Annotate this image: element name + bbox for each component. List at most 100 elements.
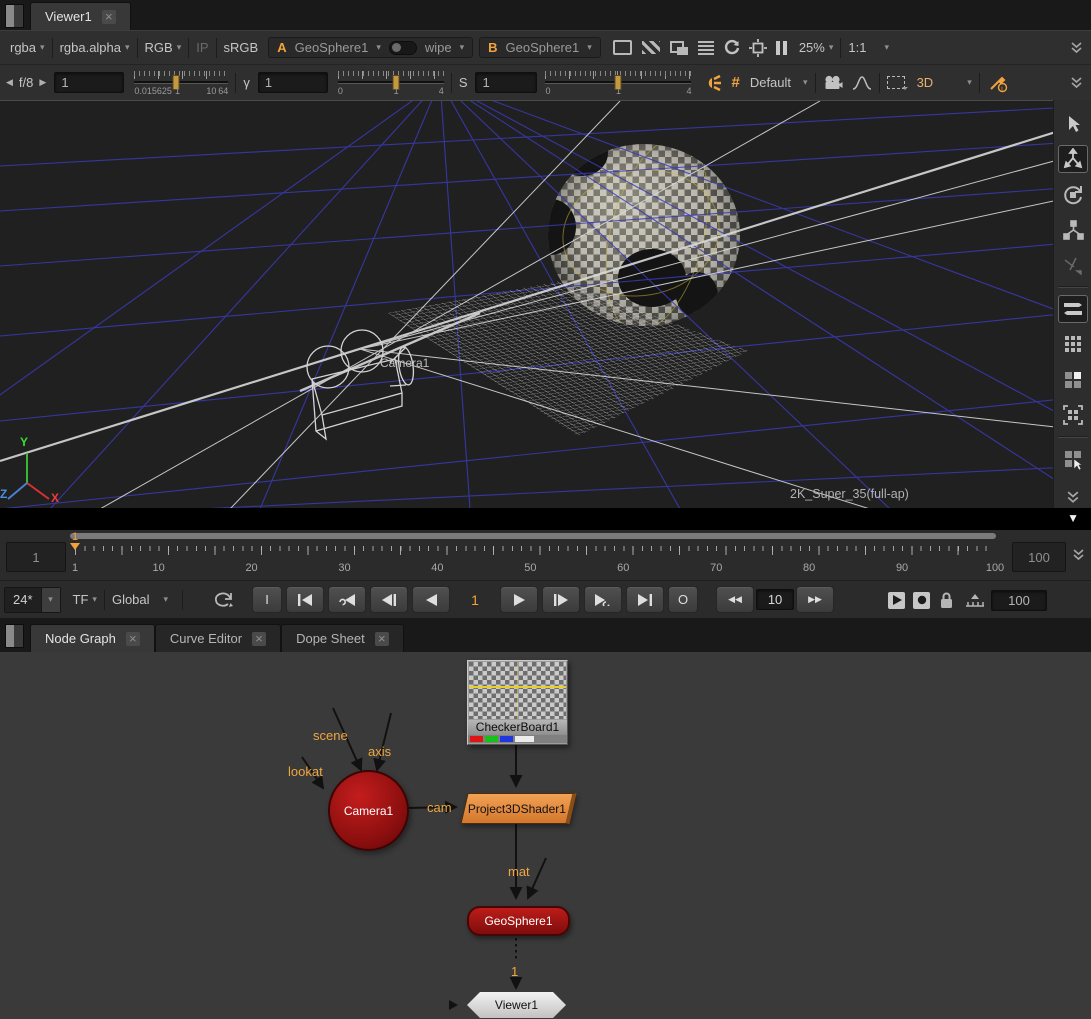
wipe-layout-button[interactable] <box>1058 295 1088 323</box>
split-view-button[interactable] <box>1058 366 1088 394</box>
jump-back-button[interactable]: ◀◀ <box>716 586 754 613</box>
wipe-dropdown[interactable]: wipe <box>425 40 452 55</box>
close-icon[interactable]: × <box>102 10 116 24</box>
next-keyframe-button[interactable] <box>584 586 622 613</box>
wipe-toggle[interactable] <box>389 41 417 55</box>
contact-sheet-button[interactable] <box>1058 330 1088 358</box>
slider-tick-label: 64 <box>218 86 228 96</box>
transform-mode-button[interactable] <box>1058 251 1088 279</box>
gain-step-right[interactable]: ▶ <box>39 77 46 88</box>
node-checkerboard1[interactable]: CheckerBoard1 <box>467 660 568 745</box>
proxy-mode-icon[interactable] <box>613 40 632 55</box>
node-graph-canvas[interactable]: scene axis lookat cam mat 1 CheckerBoard… <box>0 652 1091 1019</box>
input-a-dropdown[interactable]: GeoSphere1 <box>295 40 369 55</box>
node-camera1[interactable]: Camera1 <box>328 770 409 851</box>
range-start-box[interactable]: 1 <box>6 542 66 572</box>
tab-dope-sheet[interactable]: Dope Sheet × <box>281 624 404 652</box>
grid-overlay-icon[interactable]: # <box>731 74 739 91</box>
view-mode-dropdown[interactable]: 3D ▾ <box>917 75 972 90</box>
tf-dropdown[interactable]: TF ▾ <box>73 592 97 607</box>
colorspace-dropdown[interactable]: sRGB <box>224 40 259 55</box>
jump-forward-button[interactable]: ▶▶ <box>796 586 834 613</box>
zoom-level-dropdown[interactable]: 25% ▾ <box>799 40 834 55</box>
tab-node-graph[interactable]: Node Graph × <box>30 624 155 652</box>
timeline-ruler[interactable] <box>75 546 995 558</box>
gain-step-left[interactable]: ◀ <box>6 77 13 88</box>
set-in-button[interactable]: I <box>252 586 282 613</box>
fstop-label[interactable]: f/8 <box>19 75 33 90</box>
close-icon[interactable]: × <box>375 632 389 646</box>
refresh-icon[interactable] <box>723 39 741 57</box>
select-tool-button[interactable] <box>1058 110 1088 138</box>
prev-keyframe-button[interactable] <box>328 586 366 613</box>
roi-icon[interactable] <box>887 76 905 89</box>
panel-icon[interactable] <box>5 4 24 28</box>
gamma-input[interactable]: 1 <box>258 72 328 93</box>
display-mode-dropdown[interactable]: RGB ▾ <box>145 40 182 55</box>
step-forward-button[interactable] <box>542 586 580 613</box>
saturation-input[interactable]: 1 <box>475 72 537 93</box>
pause-updates-icon[interactable] <box>776 41 787 55</box>
tab-viewer1[interactable]: Viewer1 × <box>30 2 131 30</box>
headlamp-icon[interactable] <box>703 74 723 92</box>
frame-range-dropdown[interactable]: Global ▾ <box>112 592 168 607</box>
ruler-tick-label: 40 <box>431 562 443 574</box>
input-process-button[interactable]: IP <box>196 40 208 55</box>
goto-end-button[interactable] <box>626 586 664 613</box>
close-icon[interactable]: × <box>252 632 266 646</box>
rotate-tool-button[interactable] <box>1058 180 1088 208</box>
current-frame-display[interactable]: 1 <box>452 592 498 608</box>
mask-lines-icon[interactable] <box>698 41 714 55</box>
play-backward-button[interactable] <box>412 586 450 613</box>
fit-view-button[interactable] <box>1058 401 1088 429</box>
timeline-scrollbar[interactable] <box>70 533 996 539</box>
collapse-tools-icon[interactable] <box>1058 487 1088 508</box>
layer-dropdown[interactable]: rgba.alpha ▾ <box>60 40 130 55</box>
collapse-toolbar-icon[interactable] <box>1070 76 1083 90</box>
flipbook-play-icon[interactable] <box>888 592 905 609</box>
node-geosphere1[interactable]: GeoSphere1 <box>467 906 570 936</box>
chevron-down-icon: ▾ <box>460 42 465 53</box>
divider <box>840 38 841 58</box>
filter-curve-icon[interactable] <box>852 75 872 91</box>
pixel-aspect-dropdown[interactable]: 1:1 ▾ <box>848 40 889 55</box>
expand-info-icon[interactable]: ▼ <box>1067 511 1079 525</box>
viewer-3d-viewport[interactable]: Camera1 Y X Z 2K_Super_35(full-ap) <box>0 100 1091 508</box>
scale-tool-button[interactable] <box>1058 216 1088 244</box>
layout-select-button[interactable] <box>1058 445 1088 473</box>
render-record-icon[interactable] <box>913 592 930 609</box>
sample-info-icon[interactable]: i <box>987 73 1009 93</box>
close-icon[interactable]: × <box>126 632 140 646</box>
collapse-timeline-icon[interactable] <box>1072 548 1085 562</box>
goto-start-button[interactable] <box>286 586 324 613</box>
gamma-slider[interactable]: 014 <box>338 70 444 98</box>
node-viewer1[interactable]: Viewer1 <box>467 992 566 1018</box>
set-out-button[interactable]: O <box>668 586 698 613</box>
lock-range-icon[interactable] <box>939 592 954 609</box>
playback-mode-icon[interactable] <box>212 591 236 609</box>
fps-dropdown[interactable]: 24* ▾ <box>4 587 61 613</box>
pixel-analyzer-icon[interactable] <box>749 39 767 57</box>
collapse-toolbar-icon[interactable] <box>1070 41 1083 55</box>
saturation-slider[interactable]: 014 <box>545 70 691 98</box>
play-forward-button[interactable] <box>500 586 538 613</box>
downrez-stripes-icon[interactable] <box>642 41 660 54</box>
lut-dropdown[interactable]: Default ▾ <box>750 75 808 90</box>
node-project3dshader1[interactable]: Project3DShader1 <box>460 793 576 824</box>
gain-slider[interactable]: 0.01562511064 <box>134 70 228 98</box>
camera-view-icon[interactable] <box>823 75 843 91</box>
range-readout-icon[interactable] <box>965 593 985 608</box>
gain-input[interactable]: 1 <box>54 72 124 93</box>
axis-y-label: Y <box>20 435 28 449</box>
channels-dropdown[interactable]: rgba ▾ <box>10 40 45 55</box>
tab-curve-editor[interactable]: Curve Editor × <box>155 624 281 652</box>
format-label: 2K_Super_35(full-ap) <box>790 487 909 501</box>
playback-end-input[interactable]: 100 <box>991 590 1047 611</box>
range-end-box[interactable]: 100 <box>1012 542 1066 572</box>
frame-increment-input[interactable]: 10 <box>756 589 794 610</box>
translate-tool-button[interactable] <box>1058 145 1088 173</box>
show-overlay-icon[interactable] <box>670 41 688 55</box>
step-back-button[interactable] <box>370 586 408 613</box>
panel-icon[interactable] <box>5 624 24 648</box>
input-b-dropdown[interactable]: GeoSphere1 <box>506 40 580 55</box>
